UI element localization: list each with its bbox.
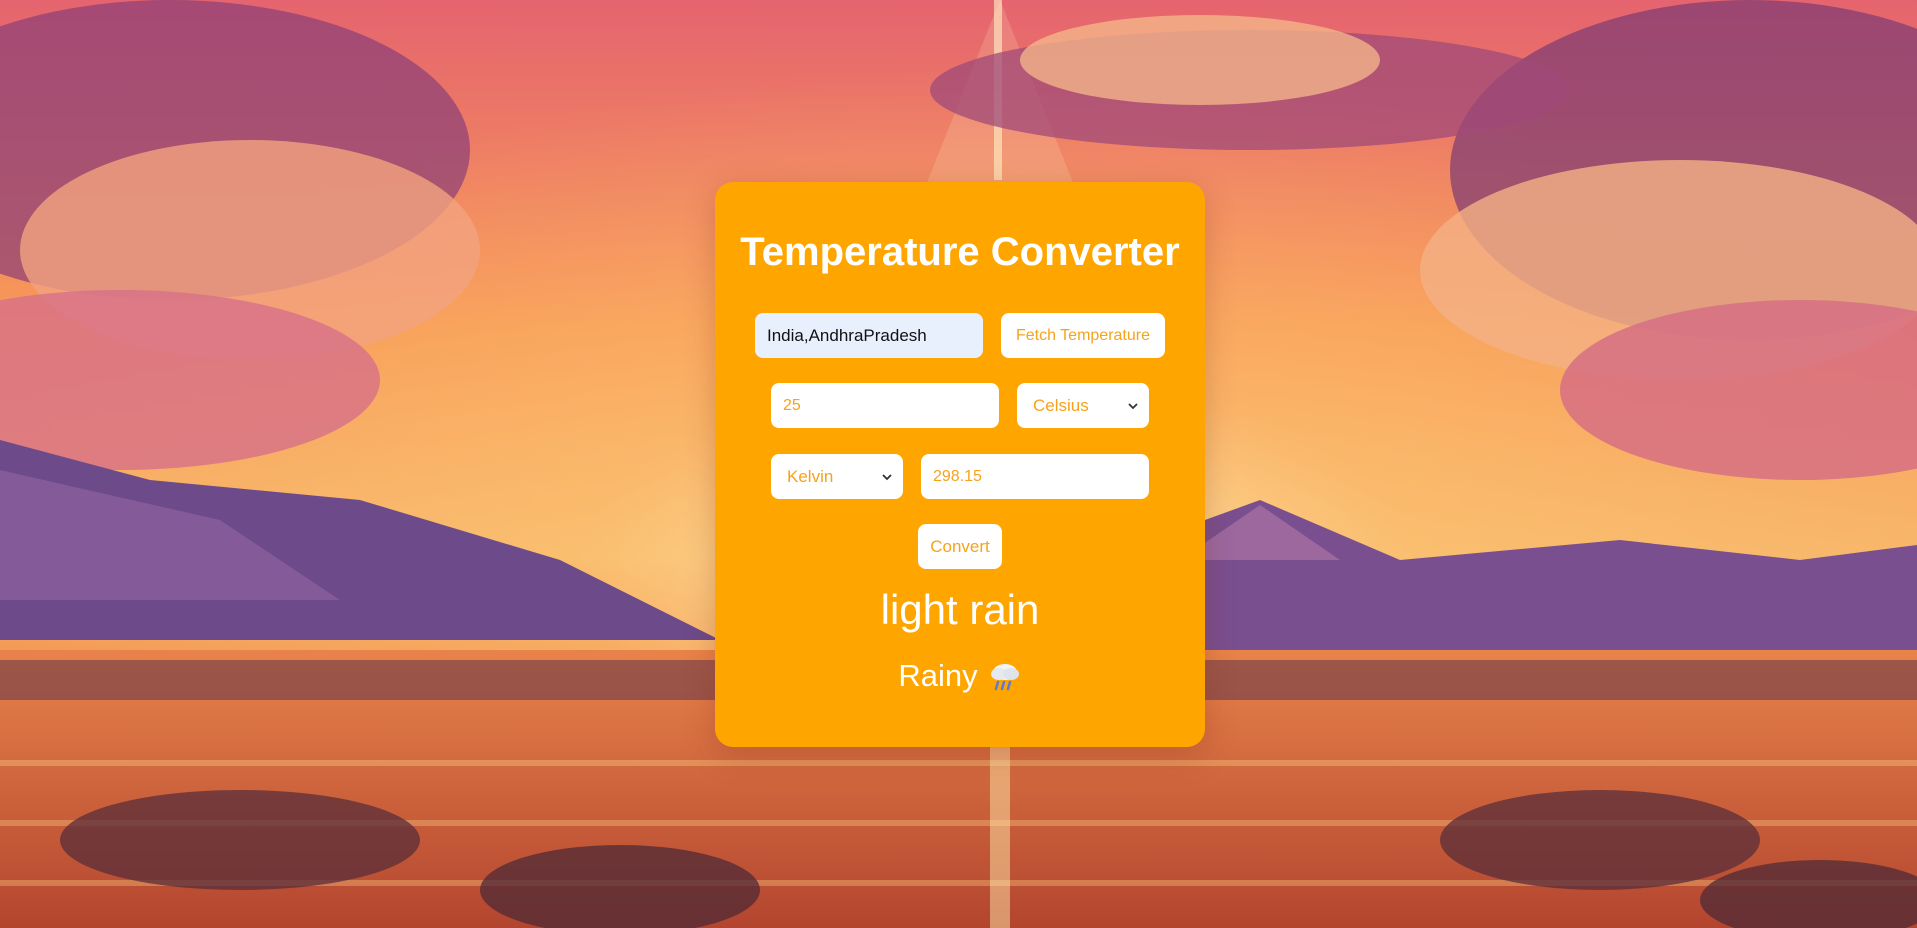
to-unit-select[interactable]: Kelvin [771, 454, 903, 499]
convert-button[interactable]: Convert [918, 524, 1002, 569]
weather-description: light rain [880, 586, 1040, 633]
from-unit-select[interactable]: Celsius [1017, 383, 1149, 428]
from-unit-value: Celsius [1033, 396, 1089, 415]
fetch-temperature-label: Fetch Temperature [1016, 327, 1150, 344]
city-input[interactable] [755, 313, 983, 358]
weather-condition-label: Rainy [898, 658, 978, 693]
to-unit-value: Kelvin [787, 467, 834, 486]
app-title: Temperature Converter [740, 230, 1180, 274]
convert-label: Convert [930, 537, 990, 556]
converter-card: Temperature Converter Fetch Temperature … [715, 182, 1205, 747]
chevron-down-icon [882, 473, 892, 480]
weather-condition: Rainy [715, 658, 1205, 694]
cloud-rain-icon [990, 664, 1019, 691]
temperature-input[interactable] [771, 383, 999, 428]
fetch-temperature-button[interactable]: Fetch Temperature [1001, 313, 1165, 358]
chevron-down-icon [1128, 402, 1138, 409]
converted-temperature-output[interactable] [921, 454, 1149, 499]
